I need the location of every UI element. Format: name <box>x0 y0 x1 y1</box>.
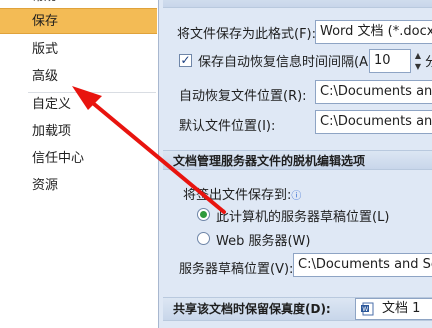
save-checkedout-text: 将签出文件保存到: <box>183 188 292 203</box>
save-checkedout-label: 将签出文件保存到:ⓘ <box>183 184 301 203</box>
svg-text:W: W <box>362 306 368 313</box>
autorecover-location-label: 自动恢复文件位置(R): <box>179 89 307 104</box>
drafts-location-input[interactable]: C:\Documents and Setti <box>293 253 432 277</box>
nav-item-save[interactable]: 保存 <box>0 8 157 34</box>
offline-editing-section-title: 文档管理服务器文件的脱机编辑选项 <box>163 150 432 170</box>
options-nav: 常规 保存 版式 高级 自定义 加载项 信任中心 资源 <box>0 0 159 328</box>
fidelity-document-label: 文档 1 <box>382 301 421 316</box>
radio-local-drafts[interactable] <box>197 208 210 221</box>
radio-web-server-label: Web 服务器(W) <box>216 234 311 249</box>
save-format-dropdown[interactable]: Word 文档 (*.docx) <box>315 20 432 44</box>
spin-down-icon[interactable]: ▼ <box>413 61 423 72</box>
autorecover-location-input[interactable]: C:\Documents and S <box>315 80 432 104</box>
info-icon: ⓘ <box>291 191 302 202</box>
autorecover-unit: 分 <box>425 55 432 70</box>
nav-item-trust-center[interactable]: 信任中心 <box>0 146 157 172</box>
autorecover-label: 保存自动恢复信息时间间隔(A) <box>198 55 374 70</box>
nav-item-proofing[interactable]: 版式 <box>0 37 157 63</box>
default-location-label: 默认文件位置(I): <box>179 119 276 134</box>
nav-item-addins[interactable]: 加载项 <box>0 119 157 145</box>
save-format-label: 将文件保存为此格式(F): <box>177 27 317 42</box>
save-options-panel: 将文件保存为此格式(F): Word 文档 (*.docx) ✓ 保存自动恢复信… <box>159 0 432 328</box>
radio-local-drafts-label: 此计算机的服务器草稿位置(L) <box>216 210 390 225</box>
autorecover-minutes-input[interactable]: 10 <box>369 49 411 73</box>
section-header-save-documents <box>163 0 432 8</box>
autorecover-checkbox[interactable]: ✓ <box>179 54 192 67</box>
nav-item-general-partial[interactable]: 常规 <box>32 0 56 2</box>
radio-web-server[interactable] <box>197 232 210 245</box>
spin-up-icon[interactable]: ▲ <box>413 50 423 61</box>
autorecover-spinner[interactable]: ▲ ▼ <box>413 50 423 72</box>
default-location-input[interactable]: C:\Documents and S <box>315 110 432 134</box>
nav-item-advanced[interactable]: 高级 <box>0 64 157 90</box>
nav-item-resources[interactable]: 资源 <box>0 173 157 199</box>
drafts-location-label: 服务器草稿位置(V): <box>179 262 294 277</box>
word-document-icon: W <box>361 302 374 316</box>
nav-item-customize[interactable]: 自定义 <box>0 92 157 118</box>
